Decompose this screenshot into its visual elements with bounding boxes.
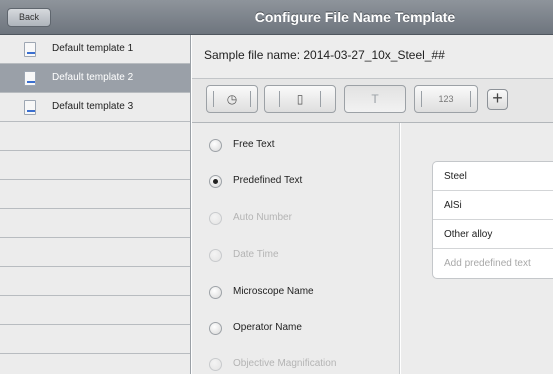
template-toolbar: ◷ ▯ T 123 + <box>192 79 553 123</box>
date-time-icon: ◷ <box>226 92 238 106</box>
add-predefined-text-field[interactable]: Add predefined text <box>433 249 553 278</box>
radio-button <box>209 249 222 262</box>
radio-button[interactable] <box>209 139 222 152</box>
sidebar-empty-row <box>0 267 190 296</box>
list-item[interactable]: AlSi <box>433 191 553 220</box>
sidebar-item-label: Default template 2 <box>52 72 134 83</box>
document-icon <box>24 71 36 86</box>
radio-button[interactable] <box>209 322 222 335</box>
option-predefined-text[interactable]: Predefined Text <box>192 166 400 202</box>
option-auto-number: Auto Number <box>192 203 400 239</box>
sidebar-empty-row <box>0 325 190 354</box>
sidebar-empty-row <box>0 354 190 374</box>
sidebar-empty-row <box>0 151 190 180</box>
segment-text[interactable]: T <box>344 85 406 113</box>
option-label: Free Text <box>233 139 275 150</box>
document-icon <box>24 100 36 115</box>
segment-divider <box>279 91 280 107</box>
option-label: Auto Number <box>233 212 292 223</box>
sidebar-empty-row <box>0 209 190 238</box>
microscope-icon: ▯ <box>296 92 304 106</box>
option-label: Date Time <box>233 249 279 260</box>
sidebar-empty-row <box>0 238 190 267</box>
sidebar-item-label: Default template 1 <box>52 43 134 54</box>
option-microscope-name[interactable]: Microscope Name <box>192 277 400 313</box>
radio-button <box>209 358 222 371</box>
radio-button[interactable] <box>209 286 222 299</box>
list-item-label: Other alloy <box>444 229 493 240</box>
segment-divider <box>250 91 251 107</box>
list-item-label: Steel <box>444 171 467 182</box>
sample-file-name: Sample file name: 2014-03-27_10x_Steel_#… <box>204 48 445 62</box>
predefined-text-pane: Steel AlSi Other alloy Add predefined te… <box>401 123 553 374</box>
segment-divider <box>213 91 214 107</box>
radio-button <box>209 212 222 225</box>
option-label: Operator Name <box>233 322 302 333</box>
radio-button[interactable] <box>209 175 222 188</box>
list-item-label: AlSi <box>444 200 462 211</box>
segment-label: 123 <box>438 94 454 104</box>
element-type-list: Free Text Predefined Text Auto Number Da… <box>192 123 400 374</box>
segment-divider <box>320 91 321 107</box>
option-free-text[interactable]: Free Text <box>192 130 400 166</box>
predefined-text-list: Steel AlSi Other alloy Add predefined te… <box>432 161 553 279</box>
segment-divider <box>470 91 471 107</box>
segment-auto-number[interactable]: 123 <box>414 85 478 113</box>
add-element-button[interactable]: + <box>487 89 508 110</box>
sidebar-item-template-1[interactable]: Default template 1 <box>0 35 190 64</box>
sidebar-empty-row <box>0 180 190 209</box>
sidebar-empty-row <box>0 122 190 151</box>
sidebar-item-label: Default template 3 <box>52 101 134 112</box>
template-sidebar: Default template 1 Default template 2 De… <box>0 35 191 374</box>
sample-file-name-bar: Sample file name: 2014-03-27_10x_Steel_#… <box>192 35 553 79</box>
text-icon: T <box>371 92 379 106</box>
list-item[interactable]: Steel <box>433 162 553 191</box>
option-label: Microscope Name <box>233 286 314 297</box>
segment-microscope[interactable]: ▯ <box>264 85 336 113</box>
back-button[interactable]: Back <box>7 8 51 27</box>
document-icon <box>24 42 36 57</box>
segment-date-time[interactable]: ◷ <box>206 85 258 113</box>
sidebar-item-template-3[interactable]: Default template 3 <box>0 93 190 122</box>
option-objective-magnification: Objective Magnification <box>192 349 400 374</box>
field-placeholder: Add predefined text <box>444 258 531 269</box>
option-label: Predefined Text <box>233 175 303 186</box>
option-label: Objective Magnification <box>233 358 337 369</box>
option-operator-name[interactable]: Operator Name <box>192 313 400 349</box>
sidebar-item-template-2[interactable]: Default template 2 <box>0 64 190 93</box>
page-title: Configure File Name Template <box>254 9 456 25</box>
sidebar-empty-row <box>0 296 190 325</box>
list-item[interactable]: Other alloy <box>433 220 553 249</box>
navigation-bar: Back Configure File Name Template <box>0 0 553 35</box>
option-date-time: Date Time <box>192 240 400 276</box>
